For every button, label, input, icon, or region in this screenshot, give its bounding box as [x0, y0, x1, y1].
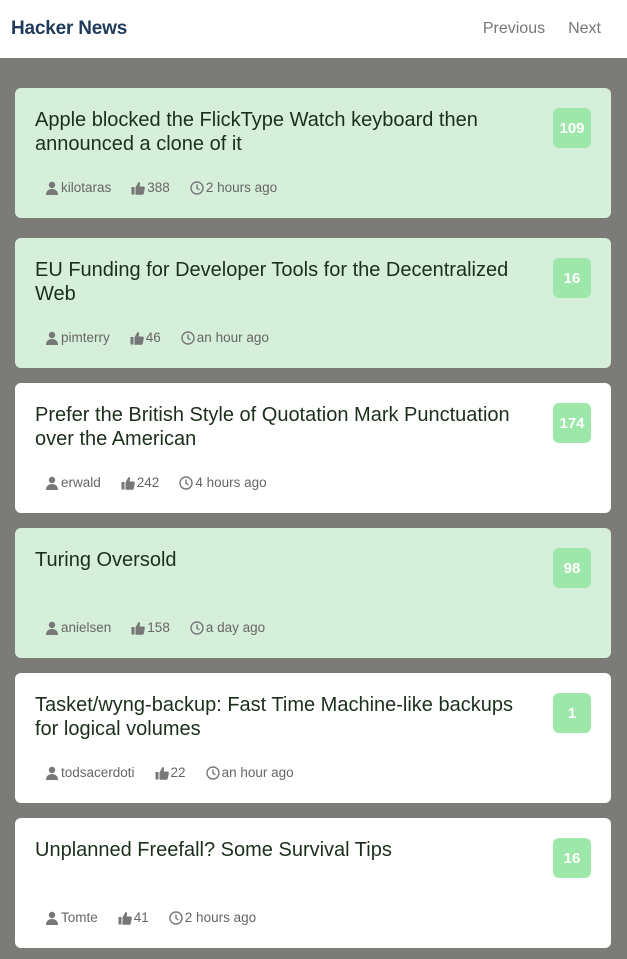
user-icon: [45, 181, 59, 195]
story-card: Prefer the British Style of Quotation Ma…: [15, 383, 611, 513]
user-icon: [45, 766, 59, 780]
story-author[interactable]: anielsen: [61, 620, 111, 635]
clock-icon: [190, 180, 204, 195]
thumbs-up-icon: [131, 621, 146, 635]
story-author[interactable]: pimterry: [61, 330, 110, 345]
user-icon: [45, 476, 59, 490]
pagination-nav: Previous Next: [483, 20, 601, 38]
story-points: 242: [136, 475, 160, 490]
story-meta: anielsen 158 a day ago: [45, 620, 285, 635]
story-author[interactable]: todsacerdoti: [61, 765, 135, 780]
story-author[interactable]: kilotaras: [61, 180, 111, 195]
story-points: 388: [147, 180, 170, 195]
user-icon: [45, 331, 59, 345]
story-title[interactable]: Apple blocked the FlickType Watch keyboa…: [35, 108, 540, 156]
clock-icon: [169, 910, 183, 925]
clock-icon: [190, 620, 204, 635]
story-title[interactable]: Turing Oversold: [35, 548, 540, 572]
next-link[interactable]: Next: [568, 20, 601, 38]
comment-count-badge[interactable]: 1: [553, 693, 591, 733]
story-time: 2 hours ago: [184, 910, 257, 925]
story-points: 22: [170, 765, 186, 780]
thumbs-up-icon: [130, 331, 144, 345]
comment-count-badge[interactable]: 16: [553, 258, 591, 298]
clock-icon: [181, 330, 195, 345]
story-meta: kilotaras 388 2 hours ago: [45, 180, 297, 195]
thumbs-up-icon: [155, 766, 169, 780]
story-card: EU Funding for Developer Tools for the D…: [15, 238, 611, 368]
user-icon: [45, 911, 59, 925]
clock-icon: [179, 475, 194, 490]
story-author[interactable]: Tomte: [61, 910, 98, 925]
user-icon: [45, 621, 59, 635]
story-card: Apple blocked the FlickType Watch keyboa…: [15, 88, 611, 218]
comment-count-badge[interactable]: 109: [553, 108, 591, 148]
story-title[interactable]: Unplanned Freefall? Some Survival Tips: [35, 838, 540, 862]
story-time: 2 hours ago: [205, 180, 278, 195]
story-points: 46: [145, 330, 161, 345]
story-title[interactable]: Tasket/wyng-backup: Fast Time Machine-li…: [35, 693, 540, 741]
story-card: Turing Oversold 98 anielsen 158 a day ag…: [15, 528, 611, 658]
story-points: 41: [133, 910, 149, 925]
story-time: an hour ago: [196, 330, 269, 345]
thumbs-up-icon: [118, 911, 132, 925]
story-author[interactable]: erwald: [61, 475, 101, 490]
story-time: a day ago: [205, 620, 266, 635]
story-card: Tasket/wyng-backup: Fast Time Machine-li…: [15, 673, 611, 803]
previous-link[interactable]: Previous: [483, 20, 545, 38]
story-meta: erwald 242 4 hours ago: [45, 475, 287, 490]
story-meta: Tomte 41 2 hours ago: [45, 910, 276, 925]
top-bar: Hacker News Previous Next: [0, 0, 627, 58]
story-time: 4 hours ago: [195, 475, 267, 490]
story-points: 158: [147, 620, 170, 635]
story-meta: todsacerdoti 22 an hour ago: [45, 765, 314, 780]
comment-count-badge[interactable]: 16: [553, 838, 591, 878]
story-meta: pimterry 46 an hour ago: [45, 330, 289, 345]
comment-count-badge[interactable]: 174: [553, 403, 591, 443]
story-time: an hour ago: [221, 765, 294, 780]
thumbs-up-icon: [131, 181, 146, 195]
clock-icon: [205, 765, 220, 780]
comment-count-badge[interactable]: 98: [553, 548, 591, 588]
story-title[interactable]: EU Funding for Developer Tools for the D…: [35, 258, 540, 306]
story-title[interactable]: Prefer the British Style of Quotation Ma…: [35, 403, 540, 451]
story-card: Unplanned Freefall? Some Survival Tips 1…: [15, 818, 611, 948]
thumbs-up-icon: [121, 476, 135, 490]
site-title[interactable]: Hacker News: [11, 18, 127, 40]
